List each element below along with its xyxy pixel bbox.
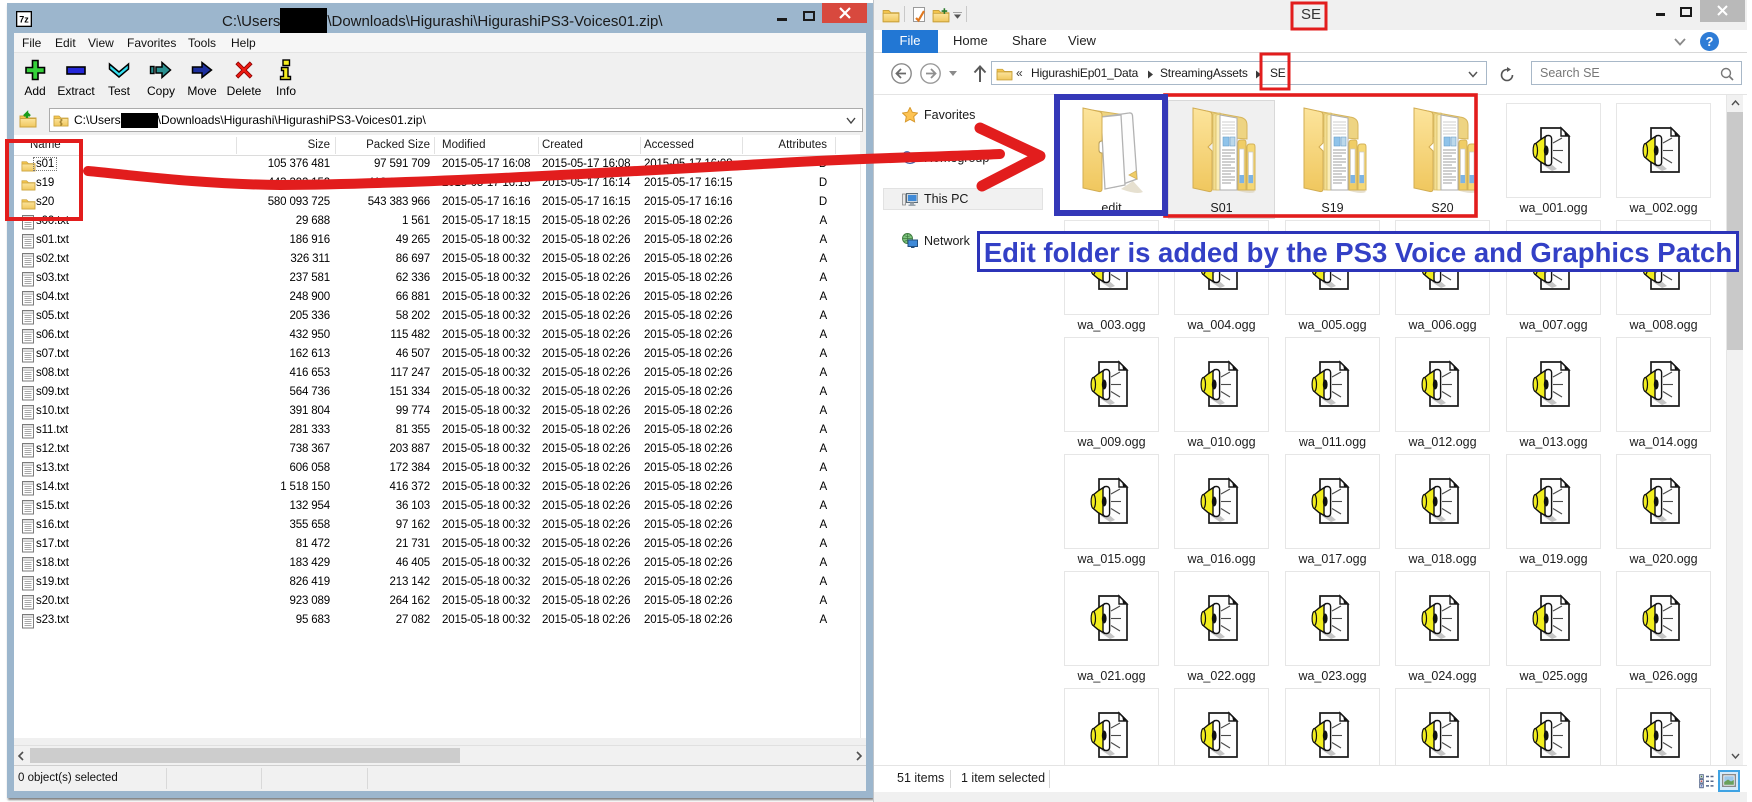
svg-text:7z: 7z <box>19 15 29 25</box>
